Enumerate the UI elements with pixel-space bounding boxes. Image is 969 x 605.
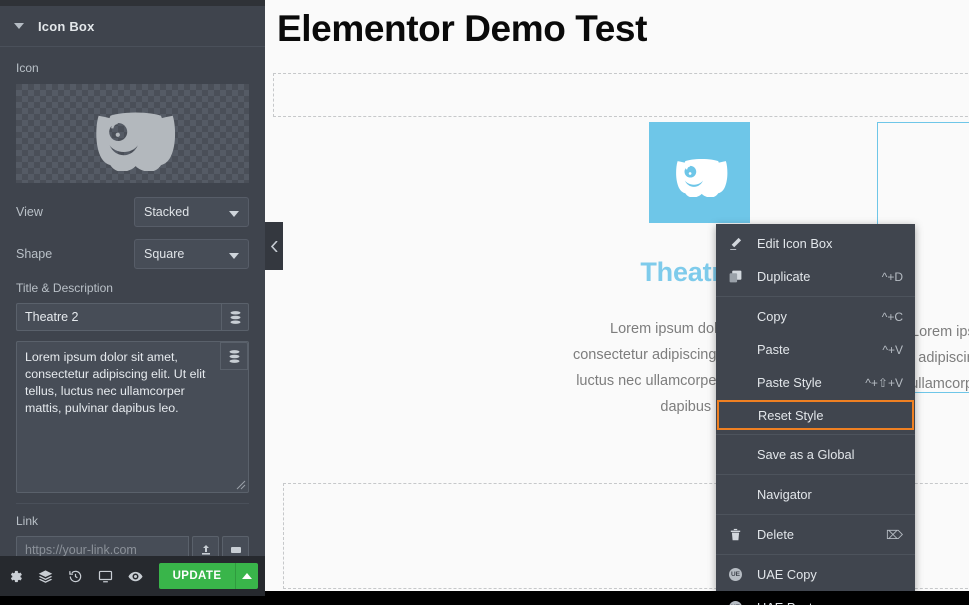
elementor-editor: Elementor Demo Test Theatre 1 Lorem ipsu…: [0, 0, 969, 605]
empty-section-top[interactable]: [273, 73, 969, 117]
menu-item-uae-copy[interactable]: UE UAE Copy: [716, 558, 915, 591]
context-menu-group: Navigator: [716, 475, 915, 515]
preview-icon[interactable]: [120, 556, 150, 596]
menu-item-shortcut: ^+C: [881, 309, 903, 324]
update-button[interactable]: UPDATE: [159, 563, 235, 589]
theatre-masks-icon: [649, 122, 750, 223]
widget-section-header[interactable]: Icon Box: [0, 6, 265, 47]
description-field-wrap: Lorem ipsum dolor sit amet, consectetur …: [16, 341, 249, 493]
uae-icon: UE: [729, 568, 749, 581]
menu-item-copy[interactable]: Copy ^+C: [716, 300, 915, 333]
view-label: View: [16, 205, 43, 219]
chevron-down-icon: [229, 211, 239, 217]
menu-item-label: Paste: [757, 342, 790, 357]
menu-item-edit-icon-box[interactable]: Edit Icon Box: [716, 227, 915, 260]
menu-item-label: Edit Icon Box: [757, 236, 833, 251]
menu-item-delete[interactable]: Delete ⌦: [716, 518, 915, 551]
icon-control-group: Icon View Stacked Shape Square Title & D…: [0, 47, 265, 564]
context-menu[interactable]: Edit Icon Box Duplicate ^+D Copy ^+C Pas…: [716, 224, 915, 605]
title-field-wrap: Theatre 2: [16, 303, 249, 331]
menu-item-save-as-a-global[interactable]: Save as a Global: [716, 438, 915, 471]
icon-label: Icon: [16, 61, 39, 75]
menu-item-shortcut: ⌦: [886, 527, 903, 542]
history-icon[interactable]: [60, 556, 90, 596]
shape-select-value: Square: [144, 247, 185, 261]
menu-item-shortcut: ^+D: [881, 269, 903, 284]
description-textarea[interactable]: Lorem ipsum dolor sit amet, consectetur …: [16, 341, 249, 493]
update-options-button[interactable]: [235, 563, 258, 589]
gear-icon[interactable]: [0, 556, 30, 596]
context-menu-group: Delete ⌦: [716, 515, 915, 555]
menu-item-uae-paste[interactable]: UE UAE Paste: [716, 591, 915, 605]
shape-control-row: Shape Square: [16, 239, 249, 269]
context-menu-group: UE UAE Copy UE UAE Paste: [716, 555, 915, 605]
menu-item-label: Save as a Global: [757, 447, 855, 462]
trash-icon: [729, 528, 749, 541]
menu-item-navigator[interactable]: Navigator: [716, 478, 915, 511]
dynamic-tags-icon[interactable]: [221, 303, 249, 331]
caret-down-icon[interactable]: [14, 23, 24, 29]
chevron-down-icon: [229, 253, 239, 259]
context-menu-group: Save as a Global: [716, 435, 915, 475]
icon-preview[interactable]: [16, 84, 249, 183]
panel-footer-toolbar[interactable]: UPDATE: [0, 556, 265, 596]
menu-item-reset-style[interactable]: Reset Style: [717, 400, 914, 430]
view-control-row: View Stacked: [16, 197, 249, 227]
menu-item-paste[interactable]: Paste ^+V: [716, 333, 915, 366]
duplicate-icon: [729, 270, 749, 283]
menu-item-label: UAE Copy: [757, 567, 817, 582]
context-menu-group: Copy ^+C Paste ^+V Paste Style ^+⇧+V Res…: [716, 297, 915, 435]
shape-label: Shape: [16, 247, 53, 261]
shape-select[interactable]: Square: [134, 239, 249, 269]
caret-up-icon: [242, 573, 252, 579]
menu-item-label: UAE Paste: [749, 600, 903, 605]
panel-divider: [16, 503, 249, 504]
menu-item-label: Reset Style: [758, 407, 824, 423]
link-label: Link: [16, 514, 39, 528]
responsive-icon[interactable]: [90, 556, 120, 596]
pencil-icon: [729, 237, 749, 250]
menu-item-label: Navigator: [757, 487, 812, 502]
context-menu-group: Edit Icon Box Duplicate ^+D: [716, 224, 915, 297]
menu-item-label: Paste Style: [757, 375, 822, 390]
page-title: Elementor Demo Test: [277, 8, 648, 49]
menu-item-label: Copy: [757, 309, 787, 324]
uae-icon: UE: [729, 601, 749, 605]
layers-icon[interactable]: [30, 556, 60, 596]
menu-item-label: Duplicate: [757, 269, 811, 284]
view-select-value: Stacked: [144, 205, 190, 219]
editor-panel[interactable]: Icon Box Icon View Stacked Shape Square: [0, 0, 265, 596]
chevron-left-icon[interactable]: [265, 222, 283, 270]
menu-item-paste-style[interactable]: Paste Style ^+⇧+V: [716, 366, 915, 399]
widget-section-title: Icon Box: [38, 18, 95, 34]
menu-item-shortcut: ^+⇧+V: [865, 375, 903, 390]
title-input[interactable]: Theatre 2: [16, 303, 221, 331]
title-description-label: Title & Description: [16, 281, 113, 295]
menu-item-duplicate[interactable]: Duplicate ^+D: [716, 260, 915, 293]
menu-item-label: Delete: [757, 527, 794, 542]
menu-item-shortcut: ^+V: [882, 342, 903, 357]
view-select[interactable]: Stacked: [134, 197, 249, 227]
dynamic-tags-icon[interactable]: [220, 342, 248, 370]
resize-grip-icon[interactable]: [236, 480, 246, 490]
